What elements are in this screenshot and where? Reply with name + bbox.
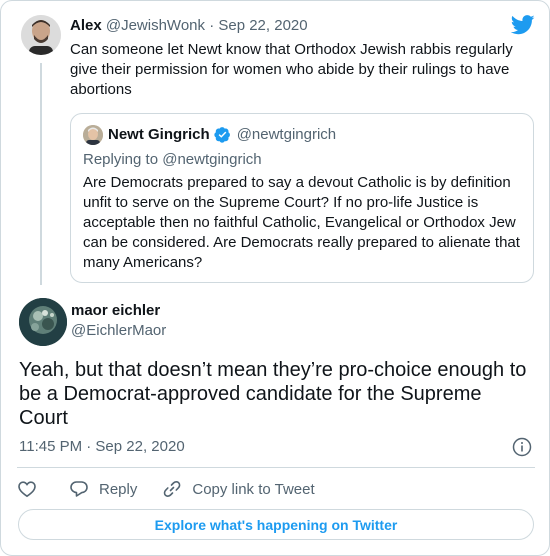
tweet-timestamp[interactable]: 11:45 PM · Sep 22, 2020 xyxy=(19,438,185,455)
quoted-tweet[interactable]: Newt Gingrich @newtgingrich Replying to … xyxy=(70,113,534,283)
parent-tweet-text: Can someone let Newt know that Orthodox … xyxy=(70,41,513,98)
tweet-actions: Reply Copy link to Tweet xyxy=(17,478,315,500)
avatar[interactable] xyxy=(21,15,61,55)
avatar[interactable] xyxy=(19,298,67,346)
author-name[interactable]: maor eichler xyxy=(71,302,160,319)
copy-link-button[interactable]: Copy link to Tweet xyxy=(162,479,315,499)
divider xyxy=(17,467,535,468)
copy-link-label: Copy link to Tweet xyxy=(192,480,315,498)
thread-connector-line xyxy=(40,63,42,285)
reply-context: Replying to @newtgingrich xyxy=(83,151,262,168)
quoted-tweet-header: Newt Gingrich @newtgingrich xyxy=(108,126,336,143)
quoted-tweet-text: Are Democrats prepared to say a devout C… xyxy=(83,174,520,271)
reply-icon xyxy=(70,481,88,497)
like-heart-icon xyxy=(18,481,36,498)
main-tweet-text: Yeah, but that doesn’t mean they’re pro-… xyxy=(19,359,527,429)
author-handle: @newtgingrich xyxy=(236,126,337,143)
separator: · xyxy=(209,17,215,34)
author-handle[interactable]: @JewishWonk xyxy=(106,17,205,34)
author-handle[interactable]: @EichlerMaor xyxy=(71,322,166,339)
tweet-embed-card: Alex @JewishWonk · Sep 22, 2020 Can some… xyxy=(0,0,550,556)
verified-badge-icon xyxy=(214,127,230,143)
reply-button[interactable]: Reply xyxy=(69,479,137,499)
twitter-bird-icon[interactable] xyxy=(511,15,535,35)
info-icon[interactable] xyxy=(512,437,532,457)
copy-link-icon xyxy=(164,481,181,497)
explore-twitter-button[interactable]: Explore what's happening on Twitter xyxy=(18,509,534,540)
author-name[interactable]: Alex xyxy=(70,17,102,34)
tweet-date[interactable]: Sep 22, 2020 xyxy=(218,17,307,34)
like-button[interactable] xyxy=(17,479,37,499)
avatar xyxy=(83,125,103,145)
parent-tweet-header: Alex @JewishWonk · Sep 22, 2020 xyxy=(70,17,308,34)
author-name: Newt Gingrich xyxy=(108,126,210,143)
reply-label: Reply xyxy=(99,480,138,498)
